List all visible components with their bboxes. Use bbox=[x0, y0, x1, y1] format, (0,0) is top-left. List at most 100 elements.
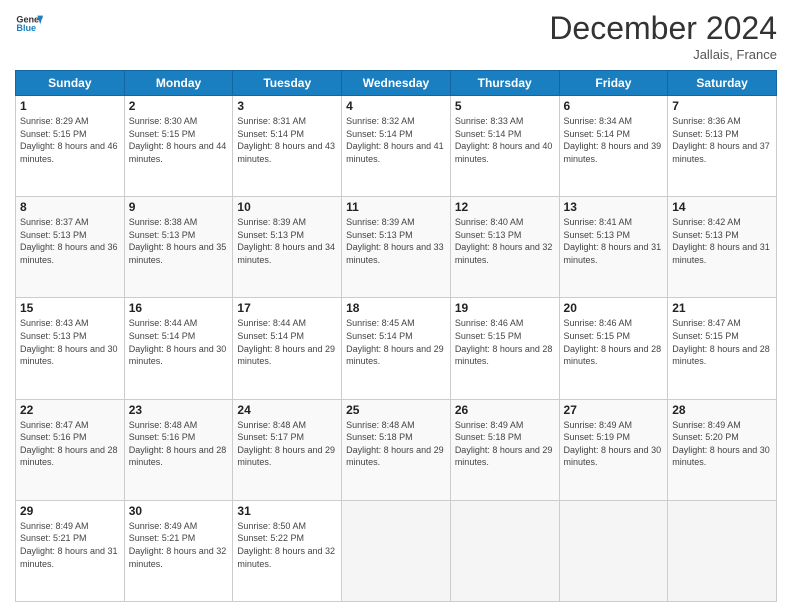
calendar-cell: 14Sunrise: 8:42 AMSunset: 5:13 PMDayligh… bbox=[668, 197, 777, 298]
day-number: 16 bbox=[129, 301, 229, 315]
day-number: 10 bbox=[237, 200, 337, 214]
calendar-cell: 7 Sunrise: 8:36 AMSunset: 5:13 PMDaylight… bbox=[668, 96, 777, 197]
calendar-cell: 12 Sunrise: 8:40 AMSunset: 5:13 PMDayligh… bbox=[450, 197, 559, 298]
day-detail: Sunrise: 8:40 AMSunset: 5:13 PMDaylight:… bbox=[455, 216, 555, 266]
calendar-cell: 13 Sunrise: 8:41 AMSunset: 5:13 PMDayligh… bbox=[559, 197, 668, 298]
day-detail: Sunrise: 8:38 AMSunset: 5:13 PMDaylight:… bbox=[129, 216, 229, 266]
day-detail: Sunrise: 8:31 AMSunset: 5:14 PMDaylight:… bbox=[237, 115, 337, 165]
calendar-cell: 1Sunrise: 8:29 AMSunset: 5:15 PMDaylight… bbox=[16, 96, 125, 197]
day-of-week-monday: Monday bbox=[124, 71, 233, 96]
day-number: 23 bbox=[129, 403, 229, 417]
calendar-cell: 6 Sunrise: 8:34 AMSunset: 5:14 PMDaylight… bbox=[559, 96, 668, 197]
day-number: 12 bbox=[455, 200, 555, 214]
day-number: 2 bbox=[129, 99, 229, 113]
month-title: December 2024 bbox=[549, 10, 777, 47]
calendar-cell: 4Sunrise: 8:32 AMSunset: 5:14 PMDaylight… bbox=[342, 96, 451, 197]
day-detail: Sunrise: 8:49 AMSunset: 5:21 PMDaylight:… bbox=[129, 520, 229, 570]
day-number: 3 bbox=[237, 99, 337, 113]
day-detail: Sunrise: 8:49 AMSunset: 5:21 PMDaylight:… bbox=[20, 520, 120, 570]
calendar-week-4: 22 Sunrise: 8:47 AMSunset: 5:16 PMDayligh… bbox=[16, 399, 777, 500]
calendar-cell: 23 Sunrise: 8:48 AMSunset: 5:16 PMDayligh… bbox=[124, 399, 233, 500]
day-detail: Sunrise: 8:50 AMSunset: 5:22 PMDaylight:… bbox=[237, 520, 337, 570]
day-number: 9 bbox=[129, 200, 229, 214]
day-detail: Sunrise: 8:48 AMSunset: 5:18 PMDaylight:… bbox=[346, 419, 446, 469]
day-number: 20 bbox=[564, 301, 664, 315]
day-detail: Sunrise: 8:34 AMSunset: 5:14 PMDaylight:… bbox=[564, 115, 664, 165]
svg-text:Blue: Blue bbox=[16, 23, 36, 33]
day-of-week-friday: Friday bbox=[559, 71, 668, 96]
page: General Blue December 2024 Jallais, Fran… bbox=[0, 0, 792, 612]
calendar-cell: 26Sunrise: 8:49 AMSunset: 5:18 PMDayligh… bbox=[450, 399, 559, 500]
day-of-week-saturday: Saturday bbox=[668, 71, 777, 96]
calendar-cell: 22 Sunrise: 8:47 AMSunset: 5:16 PMDayligh… bbox=[16, 399, 125, 500]
calendar-cell: 30 Sunrise: 8:49 AMSunset: 5:21 PMDayligh… bbox=[124, 500, 233, 601]
day-of-week-thursday: Thursday bbox=[450, 71, 559, 96]
day-detail: Sunrise: 8:47 AMSunset: 5:16 PMDaylight:… bbox=[20, 419, 120, 469]
day-number: 17 bbox=[237, 301, 337, 315]
calendar-cell: 31 Sunrise: 8:50 AMSunset: 5:22 PMDayligh… bbox=[233, 500, 342, 601]
day-of-week-wednesday: Wednesday bbox=[342, 71, 451, 96]
calendar-cell bbox=[450, 500, 559, 601]
calendar-cell: 8 Sunrise: 8:37 AMSunset: 5:13 PMDaylight… bbox=[16, 197, 125, 298]
day-detail: Sunrise: 8:47 AMSunset: 5:15 PMDaylight:… bbox=[672, 317, 772, 367]
day-number: 31 bbox=[237, 504, 337, 518]
calendar-cell: 19 Sunrise: 8:46 AMSunset: 5:15 PMDayligh… bbox=[450, 298, 559, 399]
calendar-cell bbox=[342, 500, 451, 601]
day-detail: Sunrise: 8:49 AMSunset: 5:20 PMDaylight:… bbox=[672, 419, 772, 469]
day-detail: Sunrise: 8:44 AMSunset: 5:14 PMDaylight:… bbox=[129, 317, 229, 367]
calendar-cell: 21 Sunrise: 8:47 AMSunset: 5:15 PMDayligh… bbox=[668, 298, 777, 399]
day-number: 6 bbox=[564, 99, 664, 113]
day-number: 30 bbox=[129, 504, 229, 518]
day-number: 13 bbox=[564, 200, 664, 214]
day-number: 25 bbox=[346, 403, 446, 417]
day-number: 22 bbox=[20, 403, 120, 417]
day-number: 28 bbox=[672, 403, 772, 417]
day-number: 21 bbox=[672, 301, 772, 315]
calendar-cell: 28 Sunrise: 8:49 AMSunset: 5:20 PMDayligh… bbox=[668, 399, 777, 500]
day-detail: Sunrise: 8:48 AMSunset: 5:17 PMDaylight:… bbox=[237, 419, 337, 469]
calendar-cell: 18Sunrise: 8:45 AMSunset: 5:14 PMDayligh… bbox=[342, 298, 451, 399]
day-detail: Sunrise: 8:33 AMSunset: 5:14 PMDaylight:… bbox=[455, 115, 555, 165]
calendar-cell: 2 Sunrise: 8:30 AMSunset: 5:15 PMDaylight… bbox=[124, 96, 233, 197]
calendar-cell: 27 Sunrise: 8:49 AMSunset: 5:19 PMDayligh… bbox=[559, 399, 668, 500]
day-detail: Sunrise: 8:45 AMSunset: 5:14 PMDaylight:… bbox=[346, 317, 446, 367]
calendar-cell: 24 Sunrise: 8:48 AMSunset: 5:17 PMDayligh… bbox=[233, 399, 342, 500]
day-detail: Sunrise: 8:43 AMSunset: 5:13 PMDaylight:… bbox=[20, 317, 120, 367]
calendar-header-row: SundayMondayTuesdayWednesdayThursdayFrid… bbox=[16, 71, 777, 96]
calendar-cell: 10 Sunrise: 8:39 AMSunset: 5:13 PMDayligh… bbox=[233, 197, 342, 298]
day-number: 11 bbox=[346, 200, 446, 214]
day-number: 8 bbox=[20, 200, 120, 214]
logo: General Blue bbox=[15, 10, 43, 38]
calendar-week-2: 8 Sunrise: 8:37 AMSunset: 5:13 PMDaylight… bbox=[16, 197, 777, 298]
calendar-table: SundayMondayTuesdayWednesdayThursdayFrid… bbox=[15, 70, 777, 602]
day-detail: Sunrise: 8:49 AMSunset: 5:19 PMDaylight:… bbox=[564, 419, 664, 469]
header: General Blue December 2024 Jallais, Fran… bbox=[15, 10, 777, 62]
calendar-cell: 15Sunrise: 8:43 AMSunset: 5:13 PMDayligh… bbox=[16, 298, 125, 399]
calendar-cell: 25 Sunrise: 8:48 AMSunset: 5:18 PMDayligh… bbox=[342, 399, 451, 500]
day-number: 19 bbox=[455, 301, 555, 315]
calendar-cell: 9 Sunrise: 8:38 AMSunset: 5:13 PMDaylight… bbox=[124, 197, 233, 298]
day-number: 5 bbox=[455, 99, 555, 113]
day-detail: Sunrise: 8:30 AMSunset: 5:15 PMDaylight:… bbox=[129, 115, 229, 165]
day-number: 7 bbox=[672, 99, 772, 113]
day-number: 24 bbox=[237, 403, 337, 417]
day-detail: Sunrise: 8:48 AMSunset: 5:16 PMDaylight:… bbox=[129, 419, 229, 469]
day-number: 14 bbox=[672, 200, 772, 214]
day-number: 29 bbox=[20, 504, 120, 518]
calendar-week-5: 29 Sunrise: 8:49 AMSunset: 5:21 PMDayligh… bbox=[16, 500, 777, 601]
day-number: 4 bbox=[346, 99, 446, 113]
day-number: 27 bbox=[564, 403, 664, 417]
calendar-cell: 3 Sunrise: 8:31 AMSunset: 5:14 PMDaylight… bbox=[233, 96, 342, 197]
day-detail: Sunrise: 8:36 AMSunset: 5:13 PMDaylight:… bbox=[672, 115, 772, 165]
calendar-cell: 16 Sunrise: 8:44 AMSunset: 5:14 PMDayligh… bbox=[124, 298, 233, 399]
day-detail: Sunrise: 8:49 AMSunset: 5:18 PMDaylight:… bbox=[455, 419, 555, 469]
day-detail: Sunrise: 8:37 AMSunset: 5:13 PMDaylight:… bbox=[20, 216, 120, 266]
day-detail: Sunrise: 8:41 AMSunset: 5:13 PMDaylight:… bbox=[564, 216, 664, 266]
title-block: December 2024 Jallais, France bbox=[549, 10, 777, 62]
day-detail: Sunrise: 8:39 AMSunset: 5:13 PMDaylight:… bbox=[237, 216, 337, 266]
logo-icon: General Blue bbox=[15, 10, 43, 38]
day-detail: Sunrise: 8:46 AMSunset: 5:15 PMDaylight:… bbox=[455, 317, 555, 367]
day-detail: Sunrise: 8:46 AMSunset: 5:15 PMDaylight:… bbox=[564, 317, 664, 367]
calendar-cell: 17Sunrise: 8:44 AMSunset: 5:14 PMDayligh… bbox=[233, 298, 342, 399]
day-number: 1 bbox=[20, 99, 120, 113]
